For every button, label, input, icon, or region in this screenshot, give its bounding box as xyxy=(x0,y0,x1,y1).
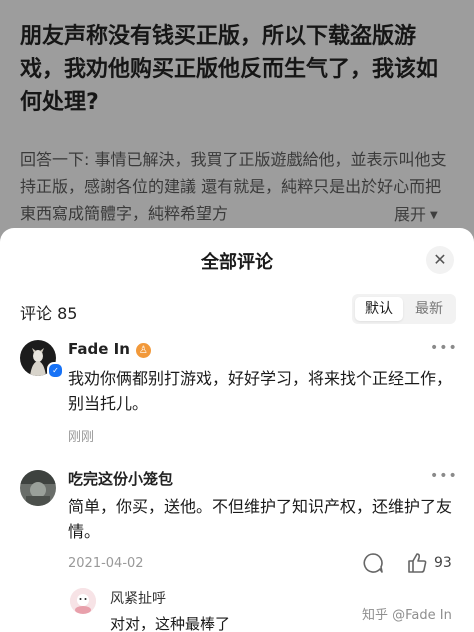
thumbs-up-icon[interactable] xyxy=(406,552,428,578)
comment-time: 2021-04-02 xyxy=(68,556,144,571)
expand-label: 展开 xyxy=(394,205,427,224)
reply-author[interactable]: 风紧扯呼 xyxy=(110,588,166,608)
author-name: Fade In xyxy=(68,340,130,358)
like-count: 93 xyxy=(434,555,452,571)
watermark: 知乎 @Fade In xyxy=(362,608,452,623)
comment-reply-icon[interactable] xyxy=(362,552,384,578)
sort-toggle: 默认 最新 xyxy=(352,294,456,324)
comment-author[interactable]: Fade In ♙ xyxy=(68,340,151,358)
close-icon: ✕ xyxy=(433,250,447,269)
sort-latest-tab[interactable]: 最新 xyxy=(405,297,453,321)
level-badge-icon: ♙ xyxy=(135,343,151,358)
comment-time: 刚刚 xyxy=(68,430,95,445)
comment-text: 简单，你买，送他。不但维护了知识产权，还维护了友情。 xyxy=(68,497,453,541)
comment-author[interactable]: 吃完这份小笼包 xyxy=(68,468,173,489)
avatar[interactable] xyxy=(20,470,56,506)
comments-sheet: 全部评论 ✕ 评论 85 默认 最新 ✓ Fade In ♙ ••• 我劝你俩都别… xyxy=(0,228,474,632)
verified-icon: ✓ xyxy=(47,362,64,379)
question-title: 朋友声称没有钱买正版，所以下载盗版游戏，我劝他购买正版他反而生气了，我该如何处理… xyxy=(20,24,439,115)
reply-avatar[interactable] xyxy=(70,588,96,614)
more-options-icon[interactable]: ••• xyxy=(430,340,458,356)
reply-text: 对对，这种最棒了 xyxy=(110,615,231,632)
close-button[interactable]: ✕ xyxy=(426,246,454,274)
sheet-title: 全部评论 xyxy=(201,252,273,273)
chevron-down-icon: ▼ xyxy=(430,210,438,221)
comment-count: 评论 85 xyxy=(20,304,78,323)
sort-default-tab[interactable]: 默认 xyxy=(355,297,403,321)
more-options-icon[interactable]: ••• xyxy=(430,468,458,484)
expand-button[interactable]: 展开 ▼ xyxy=(366,201,438,229)
comment-text: 我劝你俩都别打游戏，好好学习，将来找个正经工作，别当托儿。 xyxy=(68,369,453,413)
